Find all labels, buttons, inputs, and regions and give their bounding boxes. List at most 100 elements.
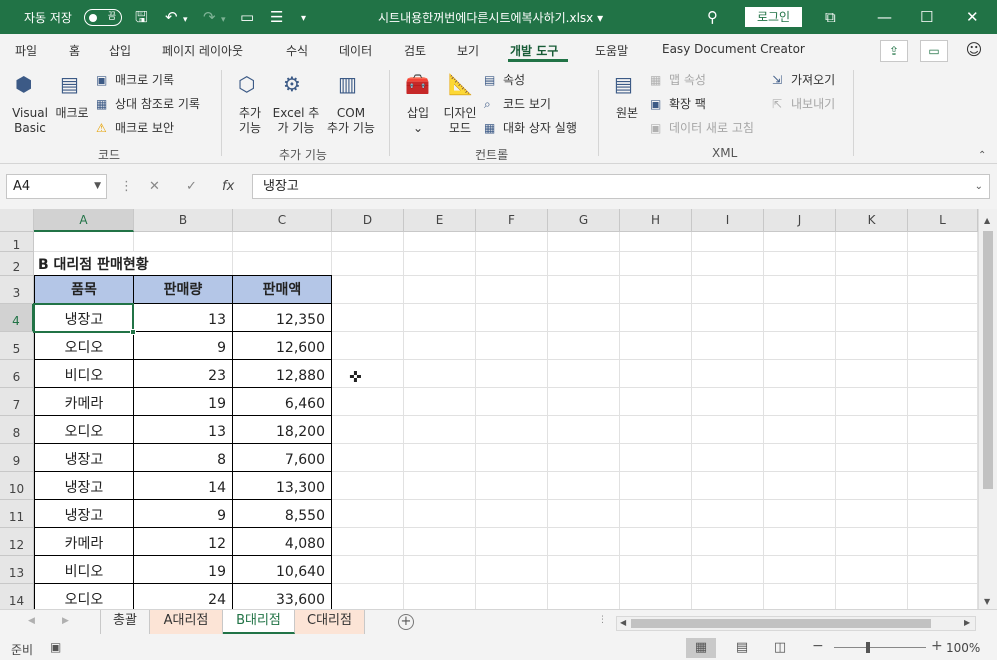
- expansion-packs-button[interactable]: ▣ 확장 팩: [650, 96, 706, 112]
- grid-cell[interactable]: [836, 332, 908, 360]
- grid-cell[interactable]: [692, 360, 764, 388]
- grid-cell[interactable]: [332, 584, 404, 609]
- table-cell[interactable]: 18,200: [232, 415, 332, 444]
- toolbox-icon[interactable]: 🧰: [405, 72, 430, 96]
- table-cell[interactable]: 4,080: [232, 527, 332, 556]
- table-cell[interactable]: 14: [133, 471, 233, 500]
- grid-cell[interactable]: [764, 304, 836, 332]
- table-cell[interactable]: 오디오: [34, 331, 134, 360]
- grid-cell[interactable]: [548, 388, 620, 416]
- row-header[interactable]: 9: [0, 444, 34, 472]
- table-cell[interactable]: 비디오: [34, 359, 134, 388]
- grid-cell[interactable]: [404, 232, 476, 252]
- grid-cell[interactable]: [764, 252, 836, 276]
- macro-button[interactable]: 매크로: [52, 106, 92, 121]
- table-cell[interactable]: 10,640: [232, 555, 332, 584]
- grid-cell[interactable]: [134, 232, 233, 252]
- grid-cell[interactable]: [764, 388, 836, 416]
- grid-cell[interactable]: [692, 584, 764, 609]
- tab-split-icon[interactable]: ⋮: [598, 615, 607, 625]
- table-cell[interactable]: 19: [133, 387, 233, 416]
- name-box[interactable]: A4 ▼: [6, 174, 107, 199]
- grid-cell[interactable]: [620, 584, 692, 609]
- xml-source-button[interactable]: 원본: [608, 106, 646, 121]
- column-header-i[interactable]: I: [692, 209, 764, 232]
- grid-cell[interactable]: [908, 304, 978, 332]
- macro-recording-icon[interactable]: ▣: [50, 640, 61, 654]
- tab-help[interactable]: 도움말: [595, 42, 628, 59]
- view-code-button[interactable]: ⌕ 코드 보기: [484, 96, 551, 112]
- visual-basic-icon[interactable]: ⬢: [15, 72, 32, 96]
- grid-cell[interactable]: [332, 472, 404, 500]
- row-header[interactable]: 13: [0, 556, 34, 584]
- redo-dropdown-icon[interactable]: ▾: [221, 10, 226, 30]
- properties-button[interactable]: ▤ 속성: [484, 72, 525, 88]
- table-cell[interactable]: 19: [133, 555, 233, 584]
- undo-icon[interactable]: ↶: [165, 7, 178, 27]
- grid-cell[interactable]: [332, 556, 404, 584]
- grid-cell[interactable]: [836, 388, 908, 416]
- insert-control-button[interactable]: 삽입 ⌄: [400, 106, 436, 136]
- grid-cell[interactable]: [404, 500, 476, 528]
- grid-cell[interactable]: [908, 472, 978, 500]
- table-cell[interactable]: 8,550: [232, 499, 332, 528]
- smiley-icon[interactable]: ☺: [960, 40, 988, 62]
- export-button[interactable]: ⇱ 내보내기: [772, 96, 835, 112]
- tab-developer[interactable]: 개발 도구: [510, 42, 558, 59]
- grid-cell[interactable]: [764, 584, 836, 609]
- grid-cell[interactable]: [836, 500, 908, 528]
- grid-cell[interactable]: [404, 304, 476, 332]
- table-cell[interactable]: 냉장고: [34, 443, 134, 472]
- com-addins-button[interactable]: COM 추가 기능: [322, 106, 380, 136]
- grid-cell[interactable]: [476, 332, 548, 360]
- grid-cell[interactable]: [332, 528, 404, 556]
- grid-cell[interactable]: [836, 444, 908, 472]
- xml-source-icon[interactable]: ▤: [614, 72, 633, 96]
- addins-button[interactable]: 추가 기능: [232, 106, 268, 136]
- grid-cell[interactable]: [908, 416, 978, 444]
- row-header[interactable]: 12: [0, 528, 34, 556]
- sheet-tab-summary[interactable]: 총괄: [100, 610, 150, 634]
- autosave-toggle[interactable]: 끔: [84, 9, 122, 26]
- insert-function-icon[interactable]: fx: [222, 179, 234, 194]
- grid-cell[interactable]: [476, 232, 548, 252]
- grid-cell[interactable]: [476, 388, 548, 416]
- grid-cell[interactable]: [908, 556, 978, 584]
- table-cell[interactable]: 13,300: [232, 471, 332, 500]
- grid-cell[interactable]: [620, 360, 692, 388]
- next-sheet-icon[interactable]: ▶: [62, 616, 69, 626]
- name-box-dropdown-icon[interactable]: ▼: [94, 175, 101, 198]
- table-cell[interactable]: 13: [133, 303, 233, 332]
- grid-cell[interactable]: [692, 388, 764, 416]
- column-header-c[interactable]: C: [233, 209, 332, 232]
- search-icon[interactable]: ⚲: [707, 7, 718, 27]
- grid-cell[interactable]: [404, 360, 476, 388]
- save-icon[interactable]: 🖫: [135, 7, 148, 27]
- grid-cell[interactable]: [692, 528, 764, 556]
- grid-cell[interactable]: [332, 360, 404, 388]
- grid-cell[interactable]: [692, 444, 764, 472]
- grid-cell[interactable]: [692, 232, 764, 252]
- grid-cell[interactable]: [332, 304, 404, 332]
- scroll-right-icon[interactable]: ▶: [964, 618, 970, 627]
- grid-cell[interactable]: [548, 276, 620, 304]
- grid-cell[interactable]: [836, 304, 908, 332]
- grid-cell[interactable]: [476, 584, 548, 609]
- grid-cell[interactable]: [404, 416, 476, 444]
- grid-cell[interactable]: [620, 304, 692, 332]
- com-addins-icon[interactable]: ▥: [338, 72, 357, 96]
- row-header[interactable]: 5: [0, 332, 34, 360]
- grid-cell[interactable]: [692, 276, 764, 304]
- grid-cell[interactable]: [836, 276, 908, 304]
- column-header-k[interactable]: K: [836, 209, 908, 232]
- grid-cell[interactable]: [908, 584, 978, 609]
- grid-cell[interactable]: [548, 232, 620, 252]
- grid-cell[interactable]: [548, 472, 620, 500]
- grid-cell[interactable]: [548, 528, 620, 556]
- page-layout-view-icon[interactable]: ▤: [727, 638, 757, 658]
- expand-formula-icon[interactable]: ⌄: [975, 175, 983, 198]
- grid-cell[interactable]: [476, 416, 548, 444]
- grid-cell[interactable]: [764, 556, 836, 584]
- record-macro-button[interactable]: ▣ 매크로 기록: [96, 72, 174, 88]
- grid-cell[interactable]: [548, 444, 620, 472]
